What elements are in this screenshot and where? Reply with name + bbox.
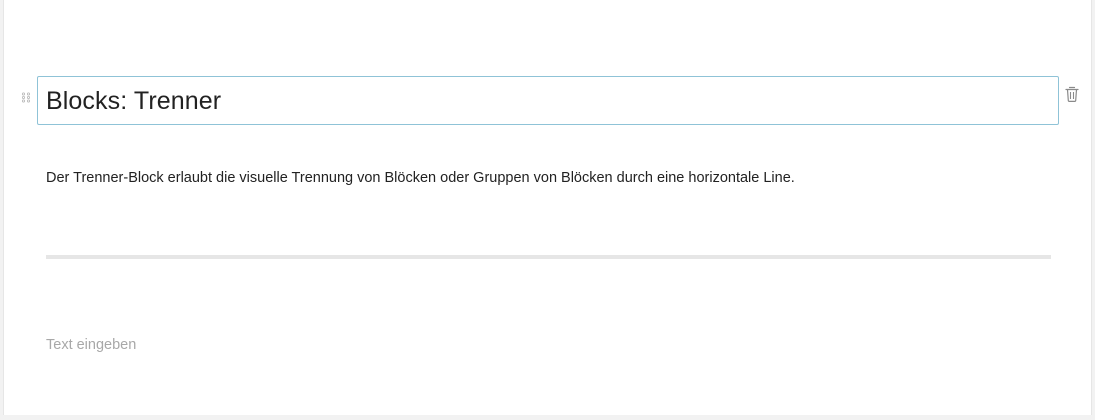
trash-icon[interactable]	[1064, 85, 1080, 103]
heading-text[interactable]: Blocks: Trenner	[46, 88, 221, 114]
editor-canvas: Blocks: Trenner Der Trenner-Block erlaub…	[3, 0, 1092, 415]
empty-paragraph-placeholder[interactable]: Text eingeben	[46, 335, 1056, 355]
separator-block[interactable]	[46, 255, 1051, 259]
paragraph-block[interactable]: Der Trenner-Block erlaubt die visuelle T…	[46, 168, 1056, 188]
heading-block[interactable]: Blocks: Trenner	[37, 76, 1059, 125]
drag-dots-icon[interactable]	[21, 92, 31, 106]
